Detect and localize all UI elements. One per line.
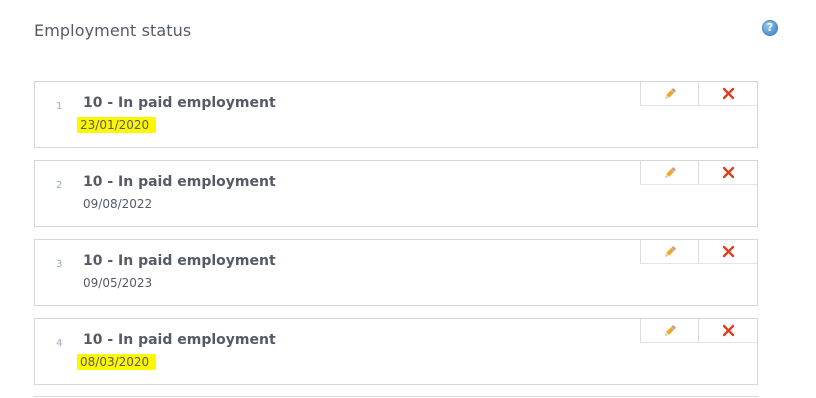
- entry-actions: [640, 240, 757, 264]
- delete-button[interactable]: [698, 319, 757, 343]
- section-title: Employment status: [34, 21, 192, 40]
- employment-entry-4: 4 10 - In paid employment 08/03/2020: [34, 318, 758, 385]
- entry-status: 10 - In paid employment: [83, 332, 276, 348]
- entry-status: 10 - In paid employment: [83, 253, 276, 269]
- pencil-icon: [664, 245, 676, 257]
- close-x-icon: [722, 166, 734, 179]
- edit-button[interactable]: [640, 240, 698, 264]
- delete-button[interactable]: [698, 240, 757, 264]
- entry-actions: [640, 319, 757, 343]
- employment-entry-3: 3 10 - In paid employment 09/05/2023: [34, 239, 758, 306]
- employment-entry-2: 2 10 - In paid employment 09/08/2022: [34, 160, 758, 227]
- edit-button[interactable]: [640, 161, 698, 185]
- entry-actions: [640, 161, 757, 185]
- close-x-icon: [722, 324, 734, 337]
- entry-index: 2: [56, 180, 63, 191]
- employment-entry-1: 1 10 - In paid employment 23/01/2020: [34, 81, 758, 148]
- entry-date: 09/08/2022: [83, 197, 153, 211]
- edit-button[interactable]: [640, 82, 698, 106]
- delete-button[interactable]: [698, 82, 757, 106]
- next-entry-border: [34, 396, 758, 397]
- entry-status: 10 - In paid employment: [83, 95, 276, 111]
- close-x-icon: [722, 87, 734, 100]
- entry-date: 09/05/2023: [83, 276, 153, 290]
- employment-status-page: Employment status ? 1 10 - In paid emplo…: [0, 0, 816, 398]
- help-icon[interactable]: ?: [762, 20, 778, 36]
- entry-status: 10 - In paid employment: [83, 174, 276, 190]
- pencil-icon: [664, 324, 676, 336]
- entry-actions: [640, 82, 757, 106]
- entry-date-highlighted: 23/01/2020: [77, 117, 157, 133]
- pencil-icon: [664, 87, 676, 99]
- entry-index: 1: [56, 101, 63, 112]
- entry-index: 4: [56, 338, 63, 349]
- close-x-icon: [722, 245, 734, 258]
- entry-index: 3: [56, 259, 63, 270]
- edit-button[interactable]: [640, 319, 698, 343]
- entry-date-highlighted: 08/03/2020: [77, 354, 157, 370]
- delete-button[interactable]: [698, 161, 757, 185]
- pencil-icon: [664, 166, 676, 178]
